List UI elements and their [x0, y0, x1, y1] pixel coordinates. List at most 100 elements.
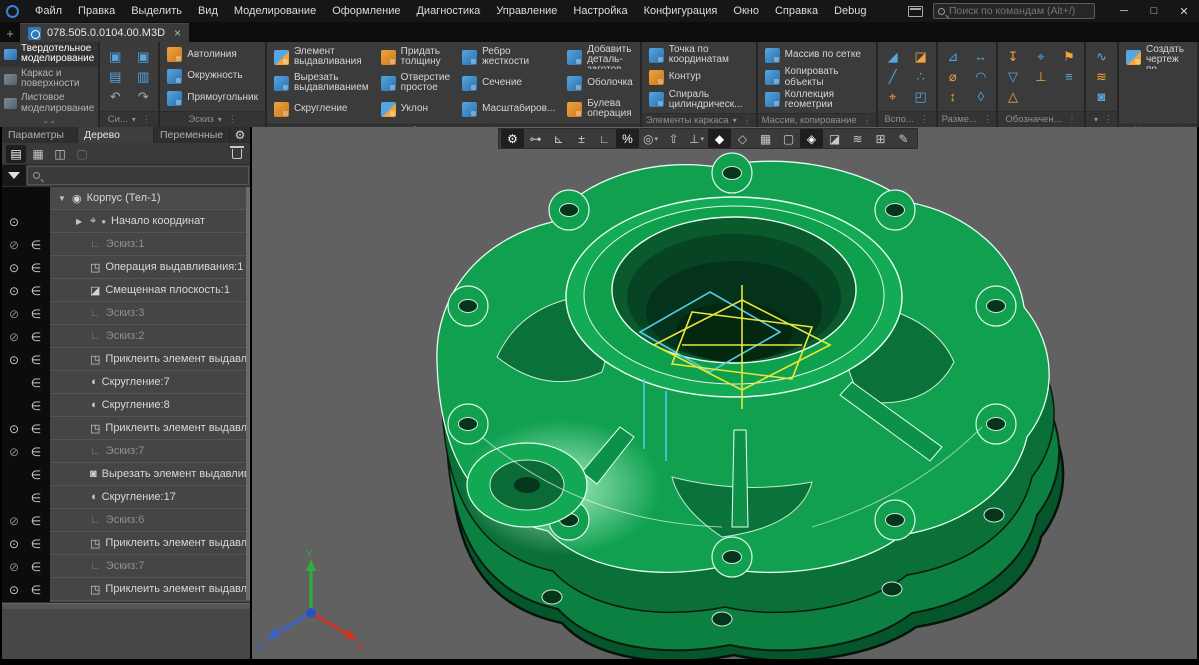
- tree-item[interactable]: ⊙∈◳Приклеить элемент выдавливани: [2, 532, 250, 555]
- zoom-tool-icon[interactable]: ◎▾: [639, 129, 662, 148]
- tree-structure-icon[interactable]: ▦: [28, 145, 48, 163]
- menu-item[interactable]: Настройка: [565, 0, 635, 22]
- position-icon[interactable]: △: [1002, 88, 1024, 105]
- section-button[interactable]: Сечение: [459, 70, 558, 96]
- base-icon[interactable]: ⊥: [1030, 68, 1052, 85]
- include-relation-icon[interactable]: ∈: [26, 537, 46, 551]
- tree-item[interactable]: ⊘∈∟Эскиз:3: [2, 302, 250, 325]
- linear-dimension-icon[interactable]: ↔: [970, 48, 992, 65]
- mode-tab[interactable]: Твердотельное моделирование: [0, 42, 98, 67]
- include-relation-icon[interactable]: ∈: [26, 376, 46, 390]
- auto-dimension-icon[interactable]: ⊿: [942, 48, 964, 65]
- extrude-element-button[interactable]: Элемент выдавливания: [271, 44, 372, 70]
- include-relation-icon[interactable]: ∈: [26, 560, 46, 574]
- zoom-tool-icon-dropdown[interactable]: ▾: [654, 135, 658, 143]
- eye-hidden-icon[interactable]: ⊘: [2, 307, 26, 321]
- cut-extrude-button[interactable]: Вырезать выдавливанием: [271, 70, 372, 96]
- ribbon-collapse-icon[interactable]: ⌄⌄: [0, 116, 98, 127]
- group-grip-icon[interactable]: ⋮: [983, 114, 992, 125]
- point-by-coordinates-button[interactable]: Точка по координатам: [646, 44, 752, 66]
- orientation-icon[interactable]: ⇧: [662, 129, 685, 148]
- panel-tab-переменные[interactable]: Переменные: [154, 127, 229, 143]
- auto-dimension-icon[interactable]: ±: [570, 129, 593, 148]
- leader-icon[interactable]: ⚑: [1058, 48, 1080, 65]
- radial-dimension-icon[interactable]: ◠: [970, 68, 992, 85]
- angle-dimension-icon[interactable]: ↕: [942, 88, 964, 105]
- group-grip-icon[interactable]: ⋮: [743, 115, 752, 126]
- filter-icon[interactable]: [2, 165, 26, 186]
- workspace-icon[interactable]: [908, 6, 923, 17]
- tree-item[interactable]: ∈◖Скругление:17: [2, 486, 250, 509]
- thicken-button[interactable]: Придать толщину: [378, 44, 453, 70]
- dimension-chain-icon[interactable]: ◊: [970, 88, 992, 105]
- tab-close-icon[interactable]: ×: [174, 26, 181, 40]
- expander-icon[interactable]: ▶: [76, 217, 85, 226]
- diameter-dimension-icon[interactable]: ⌀: [942, 68, 964, 85]
- delete-icon[interactable]: [232, 149, 242, 159]
- eye-visible-icon[interactable]: ⊙: [2, 284, 26, 298]
- document-tab[interactable]: 078.505.0.0104.00.M3D ×: [20, 23, 189, 42]
- create-drawing-button[interactable]: Создать чертеж по модели: [1123, 44, 1193, 70]
- tree-item[interactable]: ⊙∈◪Смещенная плоскость:1: [2, 279, 250, 302]
- spline-edit-icon[interactable]: %: [616, 129, 639, 148]
- panel-tab-параметры[interactable]: Параметры: [2, 127, 77, 143]
- draft-button[interactable]: Уклон: [378, 96, 453, 122]
- roughness-icon[interactable]: ↧: [1002, 48, 1024, 65]
- add-part-blank-button[interactable]: Добавить деталь-заготов...: [564, 44, 636, 70]
- plane-display-icon[interactable]: ◪: [823, 129, 846, 148]
- menu-item[interactable]: Конфигурация: [636, 0, 726, 22]
- menu-item[interactable]: Справка: [767, 0, 826, 22]
- 3d-model[interactable]: [252, 127, 1197, 659]
- tree-item[interactable]: ⊘∈∟Эскиз:7: [2, 555, 250, 578]
- copy-objects-button[interactable]: Копировать объекты: [762, 66, 872, 88]
- eye-hidden-icon[interactable]: ⊘: [2, 330, 26, 344]
- aux-axis-icon[interactable]: ╱: [882, 68, 904, 85]
- include-relation-icon[interactable]: ∈: [26, 238, 46, 252]
- include-relation-icon[interactable]: ∈: [26, 468, 46, 482]
- layers-icon[interactable]: ≋: [846, 129, 869, 148]
- group-grip-icon[interactable]: ⋮: [228, 114, 237, 125]
- save-icon[interactable]: ▣: [104, 48, 126, 65]
- tree-item[interactable]: ∈◖Скругление:8: [2, 394, 250, 417]
- include-relation-icon[interactable]: ∈: [26, 422, 46, 436]
- include-relation-icon[interactable]: ∈: [26, 399, 46, 413]
- eye-visible-icon[interactable]: ⊙: [2, 353, 26, 367]
- eye-hidden-icon[interactable]: ⊘: [2, 238, 26, 252]
- aux-geometry-icon[interactable]: ⌖: [882, 88, 904, 105]
- marking-icon[interactable]: ≡: [1058, 68, 1080, 85]
- menu-item[interactable]: Debug: [826, 0, 874, 22]
- gear-icon[interactable]: ⚙: [230, 127, 250, 143]
- tree-item[interactable]: ⊘∈∟Эскиз:7: [2, 440, 250, 463]
- group-dropdown-icon[interactable]: ▾: [1094, 115, 1098, 124]
- group-dropdown-icon[interactable]: ▾: [733, 116, 737, 125]
- tree-item[interactable]: ⊙▶⌖●Начало координат: [2, 210, 250, 233]
- rib-button[interactable]: Ребро жесткости: [459, 44, 558, 70]
- local-cs-icon[interactable]: ◢: [882, 48, 904, 65]
- include-relation-icon[interactable]: ∈: [26, 330, 46, 344]
- shell-button[interactable]: Оболочка: [564, 70, 636, 96]
- tree-item[interactable]: ⊘∈∟Эскиз:2: [2, 325, 250, 348]
- viewport-3d[interactable]: ⚙⊶⊾±∟%◎▾⇧⊥▾◆◇▦▢◈◪≋⊞✎ Y X Z: [252, 127, 1197, 659]
- fillet-button[interactable]: Скругление: [271, 96, 372, 122]
- autoline-button[interactable]: Автолиния: [164, 44, 261, 66]
- circle-button[interactable]: Окружность: [164, 66, 261, 88]
- eye-visible-icon[interactable]: ⊙: [2, 215, 26, 229]
- shaded-view-icon[interactable]: ◆: [708, 129, 731, 148]
- cylindrical-spiral-button[interactable]: Спираль цилиндрическ...: [646, 89, 752, 111]
- group-grip-icon[interactable]: ⋮: [920, 114, 929, 125]
- section-grid-icon[interactable]: ▦: [754, 129, 777, 148]
- group-grip-icon[interactable]: ⋮: [1104, 114, 1113, 125]
- tree-item[interactable]: ⊘∈∟Эскиз:6: [2, 509, 250, 532]
- group-grip-icon[interactable]: ⋮: [142, 114, 151, 125]
- tree-item[interactable]: ⊙∈◳Операция выдавливания:1: [2, 256, 250, 279]
- menu-item[interactable]: Диагностика: [408, 0, 488, 22]
- tree-search-input[interactable]: [44, 170, 243, 182]
- select-region-icon[interactable]: ▢: [777, 129, 800, 148]
- control-point-icon[interactable]: ∴: [910, 68, 932, 85]
- structure-icon[interactable]: ⊞: [869, 129, 892, 148]
- relations-view-icon[interactable]: ◫: [50, 145, 70, 163]
- simple-hole-button[interactable]: Отверстие простое: [378, 70, 453, 96]
- menu-item[interactable]: Окно: [725, 0, 767, 22]
- expander-icon[interactable]: ▼: [58, 194, 67, 203]
- include-relation-icon[interactable]: ∈: [26, 514, 46, 528]
